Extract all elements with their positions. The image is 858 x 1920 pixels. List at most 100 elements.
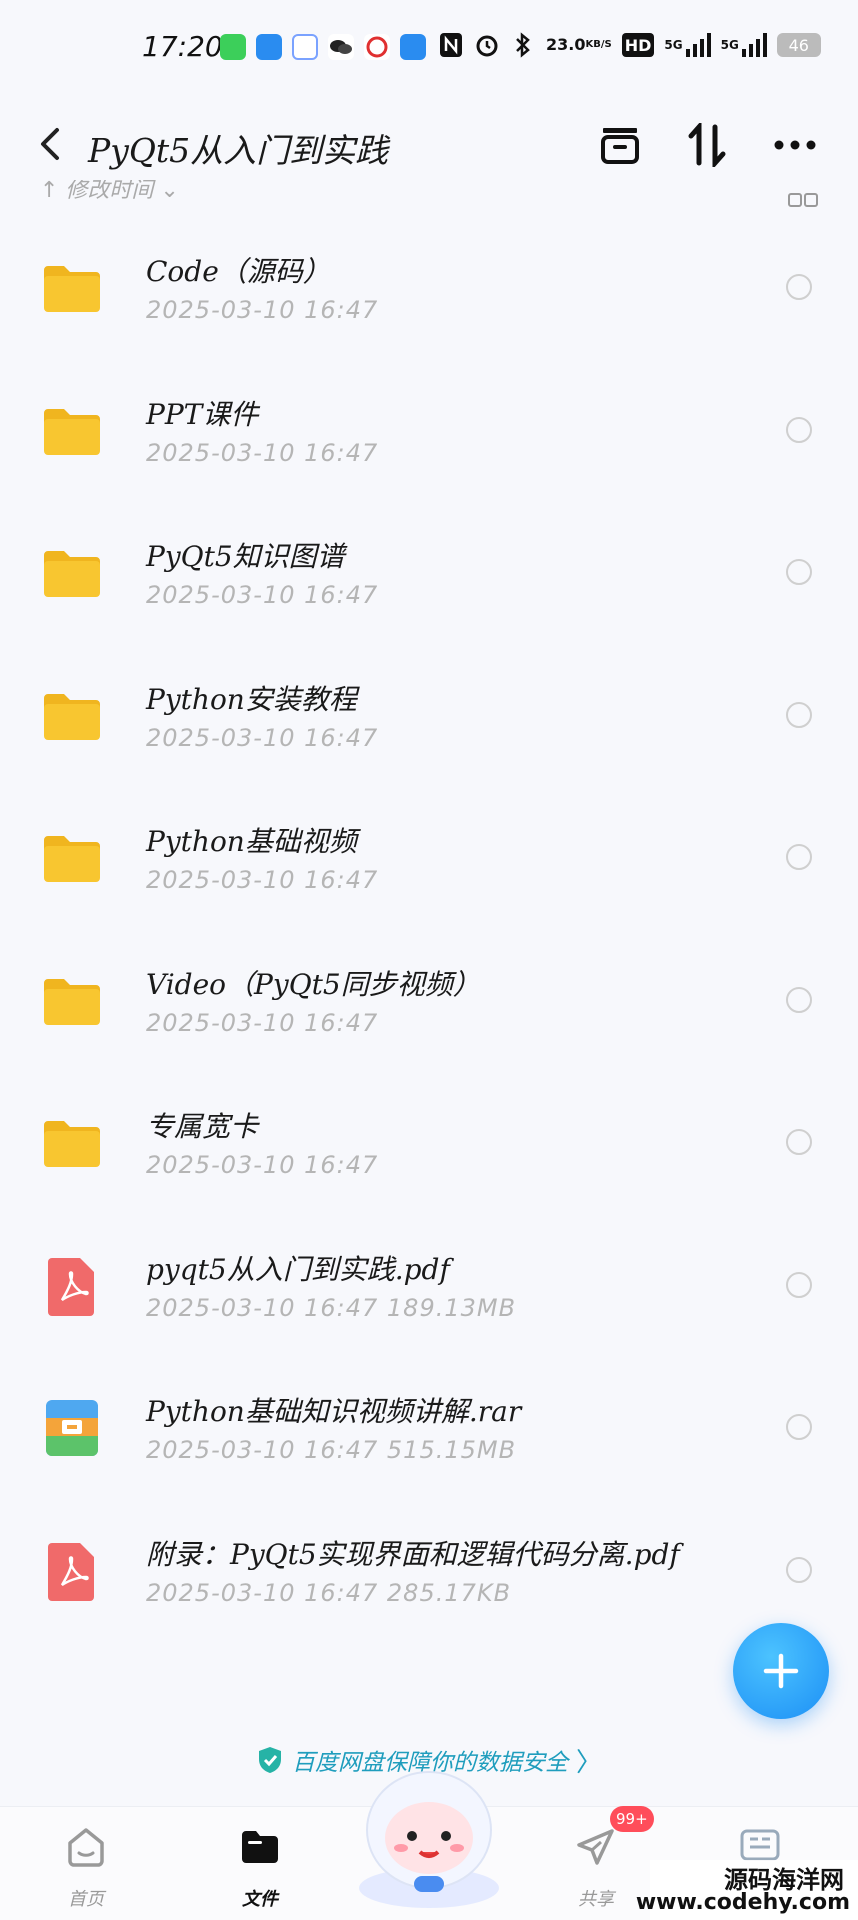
- more-icon: [774, 140, 816, 150]
- back-icon: [41, 128, 59, 160]
- folder-icon: [44, 551, 100, 597]
- file-row[interactable]: Python安装教程 2025-03-10 16:47: [0, 646, 858, 789]
- signal-1: 5G: [664, 30, 711, 60]
- archive-icon: [601, 128, 639, 164]
- pdf-icon: [48, 1257, 94, 1316]
- signal-2-label: 5G: [720, 38, 739, 52]
- plus-icon: [763, 1653, 799, 1689]
- share-icon: [577, 1829, 614, 1865]
- folder-icon: [44, 978, 100, 1025]
- file-name: PPT课件: [146, 397, 259, 431]
- file-name: Python基础视频: [146, 825, 357, 858]
- file-name: 附录：PyQt5实现界面和逻辑代码分离.pdf: [146, 1537, 680, 1571]
- file-meta: 2025-03-10 16:47: [146, 1008, 379, 1037]
- unicom-icon: [364, 34, 390, 60]
- file-meta: 2025-03-10 16:47 515.15MB: [146, 1436, 517, 1464]
- file-row[interactable]: Python基础知识视频讲解.rar 2025-03-10 16:47 515.1…: [0, 1358, 858, 1501]
- mascot-icon: [359, 1771, 499, 1908]
- signal-1-label: 5G: [664, 38, 683, 52]
- more-button[interactable]: [770, 120, 820, 170]
- sort-label[interactable]: ↑ 修改时间 ⌄: [40, 180, 179, 204]
- file-name: Python基础知识视频讲解.rar: [146, 1395, 522, 1428]
- back-button[interactable]: [30, 124, 70, 164]
- file-meta: 2025-03-10 16:47: [146, 296, 379, 324]
- tab-home-label: 首页: [68, 1889, 104, 1910]
- folder-icon: [44, 266, 100, 312]
- file-meta: 2025-03-10 16:47: [146, 866, 379, 894]
- nfc-icon: [438, 30, 464, 60]
- file-list: Code（源码） 2025-03-10 16:47 PPT课件 2025-03-10 …: [0, 218, 858, 1643]
- tab-home[interactable]: 首页: [26, 1807, 146, 1920]
- file-meta: 2025-03-10 16:47: [146, 581, 379, 609]
- network-speed-value: 23.0: [546, 35, 586, 54]
- select-checkbox[interactable]: [786, 1414, 812, 1440]
- file-row[interactable]: 附录：PyQt5实现界面和逻辑代码分离.pdf 2025-03-10 16:47 …: [0, 1501, 858, 1644]
- network-speed: 23.0 KB/S: [546, 30, 612, 60]
- file-meta: 2025-03-10 16:47: [146, 723, 379, 752]
- select-checkbox[interactable]: [786, 559, 812, 585]
- file-name: PyQt5知识图谱: [146, 540, 345, 573]
- file-name: Python安装教程: [146, 682, 357, 716]
- folder-icon: [242, 1831, 278, 1863]
- add-button[interactable]: [733, 1623, 829, 1719]
- grid-view-icon: [788, 193, 818, 207]
- file-row[interactable]: 专属宽卡 2025-03-10 16:47: [0, 1073, 858, 1216]
- signal-2: 5G: [721, 30, 767, 60]
- sort-button[interactable]: [682, 120, 732, 170]
- mascot-button[interactable]: [354, 1760, 504, 1910]
- select-checkbox[interactable]: [786, 986, 812, 1013]
- file-meta: 2025-03-10 16:47 285.17KB: [146, 1578, 512, 1607]
- folder-icon: [44, 408, 100, 455]
- file-name: Code（源码）: [146, 255, 331, 288]
- file-row[interactable]: Video（PyQt5同步视频） 2025-03-10 16:47: [0, 931, 858, 1074]
- status-indicators: 23.0 KB/S HD 5G 5G 46: [438, 30, 821, 60]
- bluetooth-icon: [510, 30, 536, 60]
- tab-files[interactable]: 文件: [200, 1807, 320, 1920]
- sort-icon: [688, 123, 726, 167]
- file-row[interactable]: pyqt5从入门到实践.pdf 2025-03-10 16:47 189.13MB: [0, 1216, 858, 1359]
- select-checkbox[interactable]: [786, 701, 812, 728]
- notification-icons: [220, 34, 426, 60]
- shield-icon: [258, 1747, 281, 1773]
- archive-file-icon: [46, 1400, 98, 1456]
- select-checkbox[interactable]: [786, 1271, 812, 1298]
- network-speed-unit: KB/S: [585, 39, 612, 50]
- select-checkbox[interactable]: [786, 274, 812, 300]
- folder-icon: [44, 836, 100, 882]
- watermark-line2: www.codehy.com: [635, 1890, 850, 1915]
- pdf-icon: [48, 1542, 94, 1601]
- file-name: pyqt5从入门到实践.pdf: [146, 1252, 450, 1286]
- status-time: 17:20: [142, 30, 223, 63]
- file-row[interactable]: PPT课件 2025-03-10 16:47: [0, 361, 858, 504]
- status-bar: 17:20 23.0 KB/S HD 5G 5G 46: [0, 0, 858, 100]
- select-checkbox[interactable]: [786, 844, 812, 870]
- list-toolbar: ↑ 修改时间 ⌄: [0, 180, 858, 210]
- security-chevron-icon: 〉: [575, 1747, 602, 1778]
- archive-button[interactable]: [595, 120, 645, 170]
- file-meta: 2025-03-10 16:47: [146, 1151, 379, 1179]
- app-icon: [292, 34, 318, 60]
- watermark: 源码海洋网 www.codehy.com: [636, 1860, 858, 1920]
- select-checkbox[interactable]: [786, 1556, 812, 1583]
- battery-indicator: 46: [776, 33, 821, 57]
- infinity-icon: [400, 34, 426, 60]
- folder-icon: [44, 693, 100, 740]
- file-row[interactable]: Python基础视频 2025-03-10 16:47: [0, 788, 858, 931]
- hd-badge: HD: [621, 33, 655, 57]
- view-toggle-button[interactable]: [788, 192, 818, 210]
- messages-icon: [220, 34, 246, 60]
- phone-icon: [256, 34, 282, 60]
- file-name: 专属宽卡: [146, 1110, 259, 1143]
- file-row[interactable]: PyQt5知识图谱 2025-03-10 16:47: [0, 503, 858, 646]
- file-name: Video（PyQt5同步视频）: [146, 967, 481, 1001]
- select-checkbox[interactable]: [786, 1129, 812, 1155]
- header: PyQt5从入门到实践: [0, 110, 858, 180]
- select-checkbox[interactable]: [786, 416, 812, 443]
- alarm-icon: [474, 30, 500, 60]
- file-row[interactable]: Code（源码） 2025-03-10 16:47: [0, 218, 858, 361]
- file-meta: 2025-03-10 16:47 189.13MB: [146, 1293, 517, 1322]
- folder-icon: [44, 1121, 100, 1167]
- wechat-icon: [328, 34, 354, 60]
- page-title: PyQt5从入门到实践: [88, 131, 389, 170]
- tab-files-label: 文件: [242, 1889, 278, 1910]
